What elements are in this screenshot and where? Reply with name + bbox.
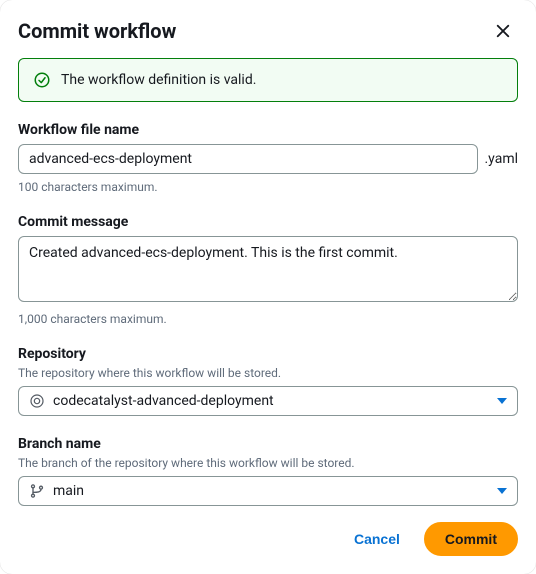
cancel-button[interactable]: Cancel bbox=[342, 523, 412, 555]
commit-message-input[interactable] bbox=[18, 236, 518, 302]
repository-label: Repository bbox=[18, 346, 518, 362]
modal-content: The workflow definition is valid. Workfl… bbox=[0, 54, 536, 508]
repository-icon bbox=[29, 393, 45, 409]
check-circle-icon bbox=[33, 71, 51, 89]
branch-description: The branch of the repository where this … bbox=[18, 456, 518, 470]
branch-value: main bbox=[53, 483, 497, 499]
commit-button[interactable]: Commit bbox=[424, 522, 518, 556]
repository-value: codecatalyst-advanced-deployment bbox=[53, 393, 497, 409]
branch-field: Branch name The branch of the repository… bbox=[18, 436, 518, 506]
repository-field: Repository The repository where this wor… bbox=[18, 346, 518, 416]
close-button[interactable] bbox=[490, 18, 516, 44]
filename-field: Workflow file name .yaml 100 characters … bbox=[18, 122, 518, 194]
alert-message: The workflow definition is valid. bbox=[61, 72, 256, 88]
repository-description: The repository where this workflow will … bbox=[18, 366, 518, 380]
modal-footer: Cancel Commit bbox=[0, 508, 536, 574]
commit-workflow-modal: Commit workflow The workflow definition … bbox=[0, 0, 536, 574]
filename-input[interactable] bbox=[18, 144, 478, 174]
filename-helper: 100 characters maximum. bbox=[18, 180, 518, 194]
close-icon bbox=[494, 22, 512, 40]
branch-icon bbox=[29, 483, 45, 499]
caret-down-icon bbox=[497, 488, 507, 494]
filename-label: Workflow file name bbox=[18, 122, 518, 138]
branch-select[interactable]: main bbox=[18, 476, 518, 506]
commit-message-field: Commit message 1,000 characters maximum. bbox=[18, 214, 518, 326]
branch-label: Branch name bbox=[18, 436, 518, 452]
modal-header: Commit workflow bbox=[0, 0, 536, 54]
repository-select[interactable]: codecatalyst-advanced-deployment bbox=[18, 386, 518, 416]
commit-message-label: Commit message bbox=[18, 214, 518, 230]
validation-alert: The workflow definition is valid. bbox=[18, 58, 518, 102]
caret-down-icon bbox=[497, 398, 507, 404]
commit-message-helper: 1,000 characters maximum. bbox=[18, 312, 518, 326]
filename-input-row: .yaml bbox=[18, 144, 518, 174]
modal-title: Commit workflow bbox=[18, 19, 176, 43]
filename-suffix: .yaml bbox=[484, 151, 518, 167]
